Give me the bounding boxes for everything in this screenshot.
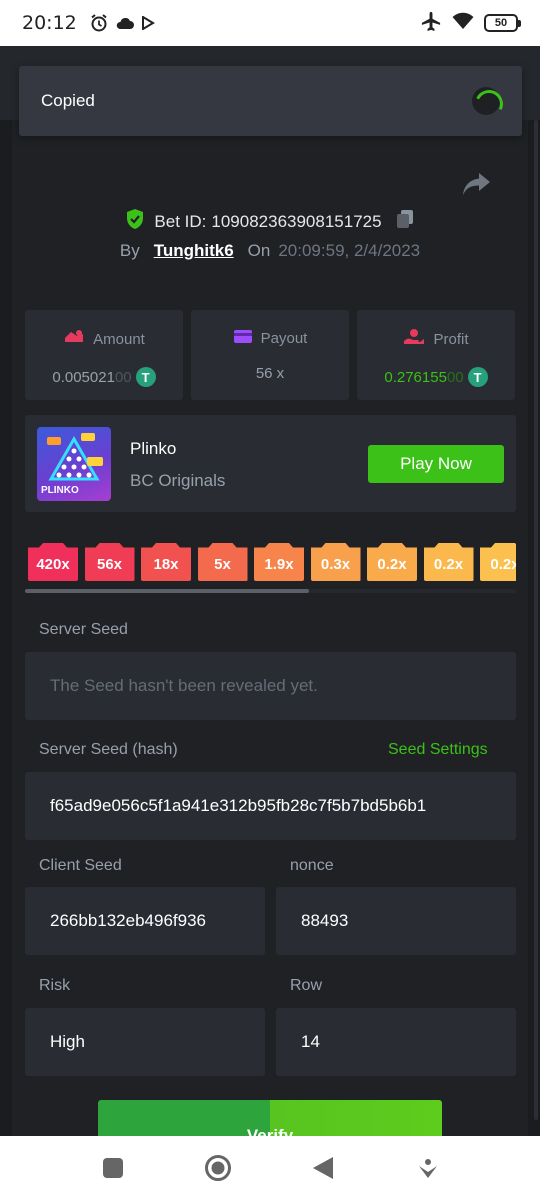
payout-label: Payout bbox=[260, 329, 308, 347]
scrollbar[interactable] bbox=[534, 120, 538, 1120]
nonce-label: nonce bbox=[290, 857, 334, 874]
multiplier-chip: 56x bbox=[84, 543, 135, 581]
client-seed-label: Client Seed bbox=[39, 857, 122, 874]
amount-card: Amount 0.00502100 T bbox=[25, 310, 183, 400]
payout-card: Payout 56 x bbox=[191, 310, 349, 400]
profit-icon bbox=[403, 328, 425, 350]
bet-id-row: Bet ID: 109082363908151725 bbox=[0, 208, 540, 235]
seed-settings-link[interactable]: Seed Settings bbox=[388, 741, 488, 759]
usdt-icon: T bbox=[135, 367, 156, 387]
amount-label: Amount bbox=[93, 330, 145, 348]
payout-value: 56 x bbox=[255, 365, 285, 382]
share-icon[interactable] bbox=[462, 170, 492, 198]
bet-datetime: 20:09:59, 2/4/2023 bbox=[278, 241, 421, 260]
toast-text: Copied bbox=[41, 91, 95, 110]
profit-label: Profit bbox=[433, 330, 469, 348]
multiplier-chip: 0.3x bbox=[310, 543, 361, 581]
airplane-icon bbox=[420, 11, 442, 36]
wallet-icon bbox=[233, 328, 253, 348]
bet-id-value: 109082363908151725 bbox=[211, 211, 382, 231]
play-now-button[interactable]: Play Now bbox=[368, 445, 504, 483]
verify-button[interactable]: Verify bbox=[98, 1100, 442, 1140]
bet-id-label: Bet ID: bbox=[154, 211, 207, 231]
copy-icon[interactable] bbox=[395, 209, 415, 234]
plinko-thumb-text: PLINKO bbox=[41, 485, 79, 496]
cloud-icon bbox=[115, 16, 135, 30]
home-button[interactable] bbox=[198, 1148, 238, 1188]
multiplier-chip: 5x bbox=[197, 543, 248, 581]
server-seed-label: Server Seed bbox=[39, 621, 128, 638]
on-label: On bbox=[247, 241, 271, 260]
play-store-icon bbox=[141, 16, 155, 30]
profit-value: 0.276155 bbox=[384, 368, 447, 386]
battery-icon: 50 bbox=[484, 14, 521, 32]
server-seed-hash-field[interactable]: f65ad9e056c5f1a941e312b95fb28c7f5b7bd5b6… bbox=[25, 772, 516, 840]
nonce-field[interactable]: 88493 bbox=[276, 887, 516, 955]
game-name: Plinko bbox=[130, 439, 177, 458]
verified-shield-icon bbox=[125, 208, 145, 235]
multiplier-chip: 0.2x bbox=[480, 543, 516, 581]
usdt-icon: T bbox=[467, 367, 488, 387]
multiplier-chip: 1.9x bbox=[254, 543, 304, 581]
amount-trailing-zeros: 00 bbox=[114, 368, 132, 386]
client-seed-field[interactable]: 266bb132eb496f936 bbox=[25, 887, 265, 955]
game-provider: BC Originals bbox=[130, 471, 226, 490]
server-seed-hash-label: Server Seed (hash) bbox=[39, 741, 178, 758]
by-label: By bbox=[119, 241, 140, 260]
wifi-icon bbox=[452, 12, 474, 35]
status-bar: 20:12 50 bbox=[0, 0, 540, 46]
plinko-thumbnail[interactable]: PLINKO bbox=[37, 427, 111, 501]
amount-value: 0.005021 bbox=[52, 368, 115, 386]
profit-trailing-zeros: 00 bbox=[446, 368, 464, 386]
username-link[interactable]: Tunghitk6 bbox=[154, 241, 234, 261]
risk-field[interactable]: High bbox=[25, 1008, 265, 1076]
row-label: Row bbox=[290, 977, 323, 994]
server-seed-field[interactable]: The Seed hasn't been revealed yet. bbox=[25, 652, 516, 720]
assistant-icon[interactable] bbox=[408, 1148, 448, 1188]
system-nav-bar bbox=[0, 1136, 540, 1200]
game-card: PLINKO Plinko BC Originals Play Now bbox=[25, 415, 516, 512]
multiplier-chip: 420x bbox=[28, 543, 78, 581]
status-time: 20:12 bbox=[22, 12, 77, 34]
loading-spinner-icon bbox=[472, 87, 500, 115]
multiplier-chip: 0.2x bbox=[367, 543, 417, 581]
alarm-icon bbox=[89, 13, 109, 33]
profit-card: Profit 0.27615500 T bbox=[357, 310, 515, 400]
back-button[interactable] bbox=[303, 1148, 343, 1188]
multiplier-chip: 0.2x bbox=[423, 543, 474, 581]
amount-icon bbox=[63, 328, 85, 350]
risk-label: Risk bbox=[39, 977, 71, 994]
multiplier-strip[interactable]: 420x 56x 18x 5x 1.9x 0.3x 0.2x 0.2x 0.2x bbox=[28, 543, 516, 583]
row-field[interactable]: 14 bbox=[276, 1008, 516, 1076]
toast-notification: Copied bbox=[19, 66, 522, 136]
bet-author-row: By Tunghitk6 On 20:09:59, 2/4/2023 bbox=[0, 241, 540, 261]
multiplier-chip: 18x bbox=[141, 543, 191, 581]
recents-button[interactable] bbox=[93, 1148, 133, 1188]
multiplier-scrollbar[interactable] bbox=[25, 589, 309, 593]
